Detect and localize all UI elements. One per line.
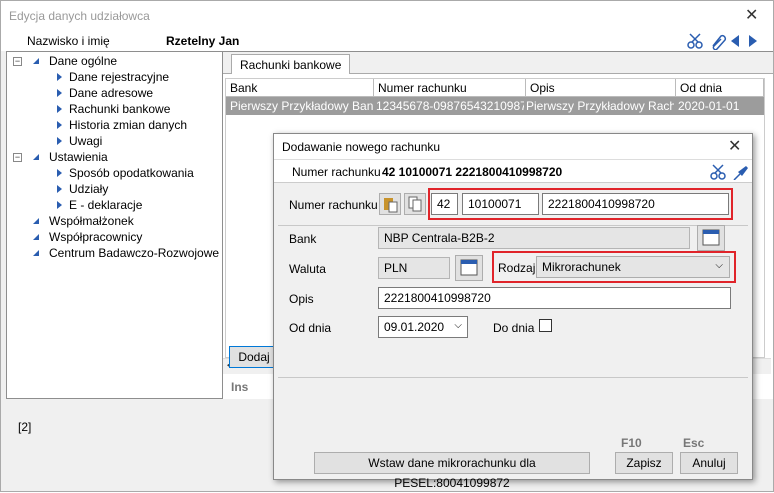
header-toolbar xyxy=(687,32,771,51)
record-counter: [2] xyxy=(18,420,32,434)
chevron-down-icon: ⌵ xyxy=(454,320,462,331)
list-picker-icon xyxy=(460,259,478,276)
account-number-field[interactable]: 2221800410998720 xyxy=(542,193,729,215)
expanded-node-icon xyxy=(33,250,39,256)
tree-item-centrum-badawczo[interactable]: Centrum Badawczo-Rozwojowe xyxy=(49,246,219,260)
tree-item-rachunki-bankowe[interactable]: Rachunki bankowe xyxy=(69,102,170,116)
column-header-od-dnia[interactable]: Od dnia xyxy=(676,79,764,97)
dialog-titlebar: Dodawanie nowego rachunku ✕ xyxy=(274,134,752,159)
from-date-value: 09.01.2020 xyxy=(384,320,445,334)
account-bank-code-field[interactable]: 10100071 xyxy=(462,193,539,215)
description-label: Opis xyxy=(289,292,314,306)
tree-item-sposob-opodatkowania[interactable]: Sposób opodatkowania xyxy=(69,166,194,180)
expanded-node-icon xyxy=(33,234,39,240)
collapse-icon[interactable]: − xyxy=(13,153,22,162)
scissors-icon[interactable] xyxy=(687,33,703,49)
close-icon[interactable]: ✕ xyxy=(745,8,758,24)
paste-icon xyxy=(384,198,398,213)
tree-item-uwagi[interactable]: Uwagi xyxy=(69,134,102,148)
name-label: Nazwisko i imię xyxy=(27,34,110,48)
f10-shortcut: F10 xyxy=(621,436,642,450)
currency-label: Waluta xyxy=(289,262,326,276)
to-date-checkbox[interactable] xyxy=(539,319,552,332)
tree-item-ustawienia[interactable]: Ustawienia xyxy=(49,150,108,164)
tree-item-dane-adresowe[interactable]: Dane adresowe xyxy=(69,86,153,100)
paperclip-icon[interactable] xyxy=(712,34,727,51)
description-field[interactable]: 2221800410998720 xyxy=(378,287,731,309)
cell-opis: Pierwszy Przykładowy Rachunek xyxy=(526,99,674,113)
bank-picker-button[interactable] xyxy=(697,225,725,251)
dialog-title: Dodawanie nowego rachunku xyxy=(282,140,441,154)
account-type-label: Rodzaj xyxy=(498,261,536,275)
add-button[interactable]: Dodaj xyxy=(229,346,279,368)
tree-item-wspolmalzonek[interactable]: Współmałżonek xyxy=(49,214,134,228)
from-date-picker[interactable]: 09.01.2020 ⌵ xyxy=(378,316,468,338)
expanded-node-icon xyxy=(33,218,39,224)
currency-picker-button[interactable] xyxy=(455,255,483,281)
column-header-numer[interactable]: Numer rachunku xyxy=(374,79,526,97)
expanded-node-icon xyxy=(33,154,39,160)
divider xyxy=(278,377,748,378)
window-title: Edycja danych udziałowca xyxy=(9,9,150,23)
name-value: Rzetelny Jan xyxy=(166,34,240,48)
cancel-button[interactable]: Anuluj xyxy=(680,452,738,474)
esc-shortcut: Esc xyxy=(683,436,705,450)
paste-button[interactable] xyxy=(379,193,401,215)
shareholder-header: Nazwisko i imię Rzetelny Jan xyxy=(1,31,773,51)
dialog-toolbar xyxy=(710,164,748,180)
navigation-tree: − Dane ogólne Dane rejestracyjne Dane ad… xyxy=(6,51,223,399)
prev-arrow-icon[interactable] xyxy=(731,35,739,47)
currency-field: PLN xyxy=(378,257,450,279)
tree-item-dane-rejestracyjne[interactable]: Dane rejestracyjne xyxy=(69,70,169,84)
bank-label: Bank xyxy=(289,232,317,246)
tree-item-wspolpracownicy[interactable]: Współpracownicy xyxy=(49,230,142,244)
tree-item-e-deklaracje[interactable]: E - deklaracje xyxy=(69,198,142,212)
chevron-down-icon: ⌵ xyxy=(715,260,723,271)
collapse-icon[interactable]: − xyxy=(13,57,22,66)
column-header-opis[interactable]: Opis xyxy=(526,79,676,97)
insert-pesel-button[interactable]: Wstaw dane mikrorachunku dla PESEL:80041… xyxy=(314,452,590,490)
summary-label: Numer rachunku xyxy=(292,165,381,179)
tree-leaf-icon xyxy=(57,137,62,145)
tree-leaf-icon xyxy=(57,121,62,129)
ins-shortcut: Ins xyxy=(231,380,249,394)
account-type-select[interactable]: Mikrorachunek ⌵ xyxy=(536,256,730,278)
expanded-node-icon xyxy=(33,58,39,64)
account-check-digits-field[interactable]: 42 xyxy=(431,193,458,215)
divider xyxy=(278,225,748,226)
tree-item-historia-zmian[interactable]: Historia zmian danych xyxy=(69,118,187,132)
tree-leaf-icon xyxy=(57,201,62,209)
dialog-summary: Numer rachunku 42 10100071 2221800410998… xyxy=(274,159,752,183)
tree-leaf-icon xyxy=(57,73,62,81)
tree-leaf-icon xyxy=(57,169,62,177)
add-account-dialog: Dodawanie nowego rachunku ✕ Numer rachun… xyxy=(273,133,753,490)
tab-rachunki-bankowe[interactable]: Rachunki bankowe xyxy=(231,54,351,74)
tree-item-udzialy[interactable]: Udziały xyxy=(69,182,108,196)
cell-numer: 12345678-09876543210987654 xyxy=(376,99,524,113)
column-header-bank[interactable]: Bank xyxy=(226,79,374,97)
summary-value: 42 10100071 2221800410998720 xyxy=(382,165,563,179)
table-row[interactable]: Pierwszy Przykładowy Bank 12345678-09876… xyxy=(226,97,764,115)
account-type-value: Mikrorachunek xyxy=(542,260,621,274)
tree-leaf-icon xyxy=(57,185,62,193)
account-number-label: Numer rachunku xyxy=(289,198,378,212)
save-button[interactable]: Zapisz xyxy=(615,452,673,474)
tab-bar: Rachunki bankowe xyxy=(223,52,773,74)
scissors-icon[interactable] xyxy=(710,164,726,180)
tree-leaf-icon xyxy=(57,89,62,97)
cell-od-dnia: 2020-01-01 xyxy=(678,99,740,113)
window-titlebar: Edycja danych udziałowca ✕ xyxy=(1,1,773,31)
copy-button[interactable] xyxy=(404,193,426,215)
from-date-label: Od dnia xyxy=(289,321,332,335)
list-picker-icon xyxy=(702,229,720,246)
tree-item-dane-ogolne[interactable]: Dane ogólne xyxy=(49,54,117,68)
next-arrow-icon[interactable] xyxy=(749,35,757,47)
copy-icon xyxy=(408,196,422,212)
bank-field: NBP Centrala-B2B-2 xyxy=(378,227,690,249)
tree-leaf-icon xyxy=(57,105,62,113)
to-date-label: Do dnia xyxy=(493,321,535,335)
dialog-close-icon[interactable]: ✕ xyxy=(728,139,741,155)
pin-icon[interactable] xyxy=(733,166,748,180)
cell-bank: Pierwszy Przykładowy Bank xyxy=(230,99,374,113)
